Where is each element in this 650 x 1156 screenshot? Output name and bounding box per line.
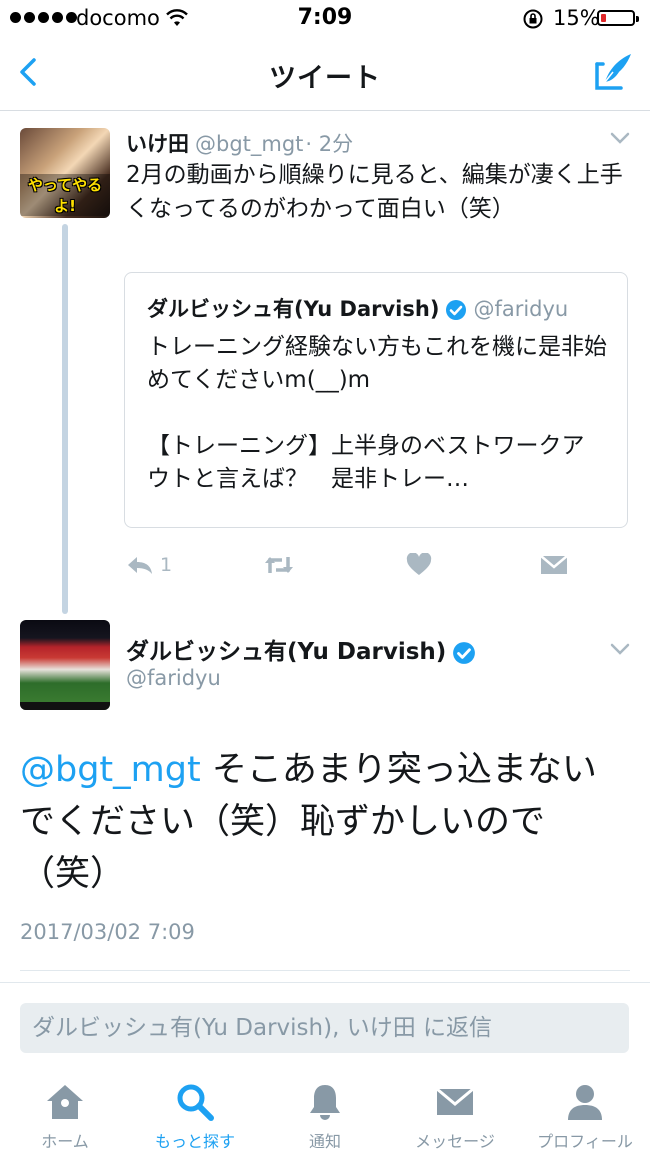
tab-label: もっと探す (154, 1132, 235, 1151)
bell-icon (310, 1085, 340, 1120)
tab-label: プロフィール (537, 1132, 633, 1151)
chevron-down-icon[interactable] (609, 130, 631, 146)
tab-home[interactable]: ホーム (0, 1082, 130, 1152)
tab-explore[interactable]: もっと探す (130, 1082, 260, 1152)
tab-bar: ホーム もっと探す 通知 メッセージ プロフィール (0, 1072, 650, 1156)
tab-notifications[interactable]: 通知 (260, 1082, 390, 1152)
compose-tweet-icon[interactable] (591, 50, 635, 94)
rotation-lock-icon (523, 9, 543, 29)
tab-profile[interactable]: プロフィール (520, 1082, 650, 1152)
tweet-actions: 1 (126, 550, 626, 580)
tab-messages[interactable]: メッセージ (390, 1082, 520, 1152)
avatar-caption: やってやるよ! (20, 174, 110, 216)
author-name[interactable]: ダルビッシュ有(Yu Darvish) (126, 639, 446, 665)
battery-percentage: 15% (553, 6, 600, 30)
tweet-text: 2月の動画から順繰りに見ると、編集が凄く上手くなってるのがわかって面白い（笑） (126, 162, 623, 222)
tweet-timestamp: 2017/03/02 7:09 (20, 920, 195, 944)
author-handle[interactable]: @bgt_mgt (195, 132, 303, 156)
author-name-row: ダルビッシュ有(Yu Darvish) (126, 632, 476, 666)
tweet-time: · 2分 (305, 132, 354, 156)
tab-label: メッセージ (415, 1132, 495, 1151)
avatar[interactable] (20, 620, 110, 710)
reply-input[interactable] (20, 1003, 629, 1053)
tab-label: ホーム (41, 1132, 89, 1151)
page-title: ツイート (269, 63, 381, 94)
status-bar: docomo 7:09 15% (0, 0, 650, 38)
chevron-down-icon[interactable] (609, 641, 631, 657)
quoted-text-line: トレーニング経験ない方もこれを機に是非始めてくださいm(__)m (147, 334, 607, 393)
reply-button[interactable]: 1 (126, 550, 172, 580)
tweet-header: いけ田 @bgt_mgt· 2分 (126, 128, 353, 158)
heart-icon (406, 553, 432, 575)
navigation-bar: ツイート (0, 38, 650, 111)
quoted-author-handle: @faridyu (473, 297, 569, 321)
divider (20, 970, 630, 971)
author-name[interactable]: いけ田 (126, 132, 189, 156)
reply-icon (128, 557, 152, 574)
reply-count: 1 (160, 554, 173, 576)
mention-link[interactable]: @bgt_mgt (20, 750, 201, 790)
thread-line (62, 224, 68, 614)
home-icon (47, 1085, 83, 1119)
battery-icon (597, 10, 639, 26)
retweet-icon (265, 557, 293, 573)
direct-message-button[interactable] (540, 550, 568, 580)
quoted-tweet[interactable]: ダルビッシュ有(Yu Darvish) @faridyu トレーニング経験ない方も… (124, 272, 628, 528)
person-icon (568, 1085, 602, 1120)
envelope-icon (436, 1087, 474, 1115)
like-button[interactable] (406, 550, 432, 580)
avatar-detail (20, 702, 110, 710)
tweet-text: @bgt_mgt そこあまり突っ込まないでください（笑）恥ずかしいので（笑） (20, 744, 630, 900)
retweet-button[interactable] (262, 550, 296, 580)
avatar[interactable]: やってやるよ! (20, 128, 110, 218)
quoted-text-line: 【トレーニング】上半身のベストワークアウトと言えば？ 是非トレー… (147, 433, 585, 492)
envelope-icon (540, 555, 568, 574)
verified-icon (453, 641, 476, 664)
tab-label: 通知 (308, 1132, 341, 1151)
quoted-author-name: ダルビッシュ有(Yu Darvish) (147, 297, 440, 321)
author-handle[interactable]: @faridyu (126, 666, 221, 690)
quoted-tweet-header: ダルビッシュ有(Yu Darvish) @faridyu (147, 293, 568, 323)
verified-icon (446, 300, 467, 320)
quoted-tweet-text: トレーニング経験ない方もこれを機に是非始めてくださいm(__)m 【トレーニング… (147, 331, 607, 496)
search-icon (177, 1084, 214, 1121)
